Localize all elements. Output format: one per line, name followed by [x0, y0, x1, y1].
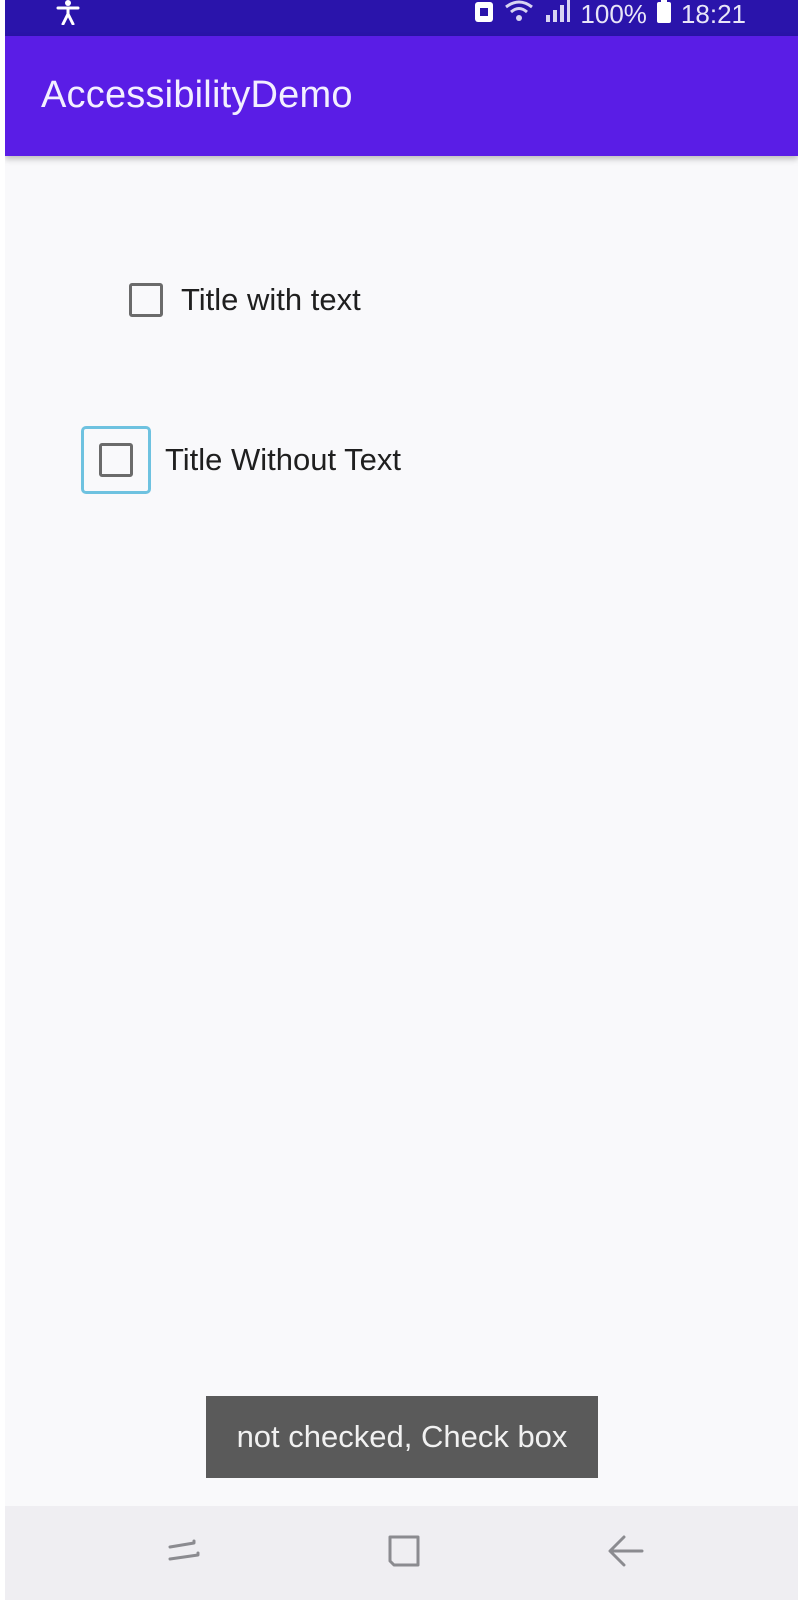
app-title: AccessibilityDemo: [41, 74, 353, 116]
nfc-icon: [474, 0, 494, 30]
wifi-icon: [504, 0, 534, 30]
signal-icon: [544, 0, 571, 30]
app-bar: AccessibilityDemo: [5, 36, 798, 156]
accessibility-icon: [55, 0, 81, 30]
toast-text: not checked, Check box: [236, 1419, 568, 1454]
navigation-bar: [5, 1506, 798, 1600]
recent-apps-icon: [164, 1531, 204, 1576]
checkbox-title-without-text[interactable]: Title Without Text: [81, 426, 401, 494]
device-frame: 100% 18:21 AccessibilityDemo Title with …: [0, 0, 802, 1600]
talkback-toast: not checked, Check box: [206, 1396, 598, 1478]
checkbox-box[interactable]: [129, 283, 163, 317]
status-right: 100% 18:21: [474, 0, 746, 30]
checkbox-label: Title Without Text: [165, 442, 402, 477]
clock: 18:21: [680, 0, 746, 29]
back-button[interactable]: [601, 1528, 651, 1578]
status-left: [55, 0, 81, 28]
battery-percent: 100%: [580, 0, 647, 29]
home-button[interactable]: [379, 1528, 429, 1578]
back-icon: [606, 1531, 646, 1576]
checkbox-label: Title with text: [181, 282, 361, 317]
checkbox-title-with-text[interactable]: Title with text: [129, 282, 361, 318]
status-bar: 100% 18:21: [5, 0, 798, 36]
recent-apps-button[interactable]: [159, 1528, 209, 1578]
phone-screen: 100% 18:21 AccessibilityDemo Title with …: [5, 0, 798, 1600]
accessibility-focus-ring: [81, 426, 151, 494]
window-edge: [798, 0, 802, 1600]
battery-icon: [656, 0, 671, 30]
home-icon: [384, 1531, 424, 1576]
checkbox-box[interactable]: [99, 443, 133, 477]
